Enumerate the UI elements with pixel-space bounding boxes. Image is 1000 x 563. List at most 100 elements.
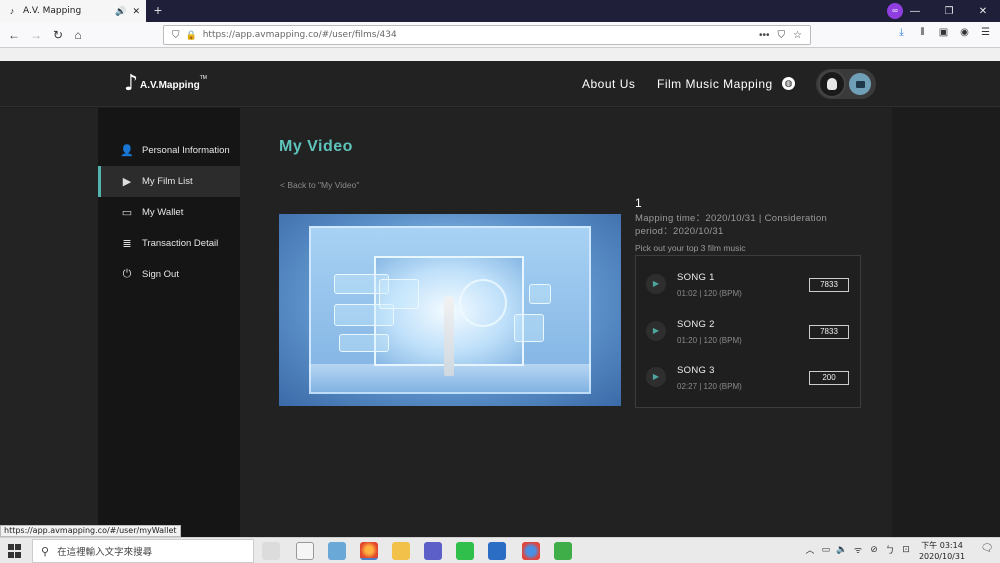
browser-tab[interactable]: ♪ A.V. Mapping 🔊 ✕: [0, 0, 146, 22]
nav-film-music-mapping[interactable]: Film Music Mapping: [657, 77, 773, 91]
person-icon: 👤: [120, 145, 134, 157]
sidebar-item-transaction-detail[interactable]: ≣ Transaction Detail: [98, 228, 240, 259]
back-arrow-icon[interactable]: ←: [6, 27, 22, 43]
notepad-icon[interactable]: [296, 542, 314, 560]
list-item: ▶ SONG 2 01:20 | 120 (BPM) 7833: [636, 312, 860, 358]
song-meta: 01:02 | 120 (BPM): [677, 289, 742, 298]
search-icon: ⚲: [41, 545, 50, 558]
address-bar[interactable]: ⛉ 🔒 https://app.avmapping.co/#/user/film…: [163, 25, 811, 45]
brand-logo[interactable]: ♪ A.V.Mapping TM: [124, 72, 207, 94]
mapping-info: Mapping time：2020/10/31 | Consideration …: [635, 213, 828, 237]
battery-icon[interactable]: ▭: [818, 544, 834, 555]
input-method-icon[interactable]: ㄅ: [882, 543, 898, 556]
volume-icon[interactable]: 🔈: [834, 544, 850, 555]
song-meta: 02:27 | 120 (BPM): [677, 382, 742, 391]
play-icon[interactable]: ▶: [646, 274, 666, 294]
vote-count-badge[interactable]: 7833: [809, 278, 849, 292]
teams-icon[interactable]: [424, 542, 442, 560]
minimize-icon[interactable]: —: [898, 6, 932, 17]
video-player[interactable]: [279, 214, 621, 406]
avatar[interactable]: [818, 70, 846, 98]
chrome-icon[interactable]: [522, 542, 540, 560]
app-icon[interactable]: [328, 542, 346, 560]
sidebar-item-label: Sign Out: [142, 269, 179, 280]
song-title: SONG 1: [677, 272, 715, 283]
camera-icon[interactable]: [849, 73, 871, 95]
globe-icon[interactable]: ◍: [782, 77, 795, 90]
list-icon: ≣: [122, 238, 132, 250]
close-icon[interactable]: ✕: [132, 6, 140, 17]
app-green-icon[interactable]: [554, 542, 572, 560]
song-meta: 01:20 | 120 (BPM): [677, 336, 742, 345]
firefox-icon[interactable]: [360, 542, 378, 560]
home-icon[interactable]: ⌂: [70, 27, 86, 43]
line-icon[interactable]: [456, 542, 474, 560]
lock-icon[interactable]: 🔒: [186, 30, 197, 41]
window-close-icon[interactable]: ✕: [966, 6, 1000, 17]
toolbar-icons: ⤓ ⫴ ▣ ◉ ☰: [891, 27, 996, 38]
hologram-panel: [339, 334, 389, 352]
mail-icon[interactable]: [488, 542, 506, 560]
sidebar-item-personal-information[interactable]: 👤 Personal Information: [98, 135, 240, 166]
back-link[interactable]: < Back to "My Video": [280, 180, 359, 190]
left-gutter: [0, 108, 98, 537]
taskbar: ⚲ 在這裡輸入文字來搜尋 ︿ ▭ 🔈 ᯤ ⊘ ㄅ ⊡ 下午 03:14 2020…: [0, 537, 1000, 563]
sidebar-item-sign-out[interactable]: ⏻ Sign Out: [98, 259, 240, 290]
notification-icon[interactable]: 🗨: [980, 543, 994, 557]
taskbar-search-input[interactable]: ⚲ 在這裡輸入文字來搜尋: [32, 539, 254, 563]
window-controls: — ❐ ✕: [898, 0, 1000, 22]
hologram-panel: [514, 314, 544, 342]
status-link-preview: https://app.avmapping.co/#/user/myWallet: [0, 525, 181, 537]
file-explorer-icon[interactable]: [392, 542, 410, 560]
speaker-icon[interactable]: 🔊: [115, 6, 126, 17]
sidebar-item-my-wallet[interactable]: ▭ My Wallet: [98, 197, 240, 228]
site-header: ♪ A.V.Mapping TM About Us Film Music Map…: [0, 61, 1000, 107]
network-icon[interactable]: ᯤ: [850, 543, 866, 556]
bookmark-star-icon[interactable]: ☆: [793, 30, 802, 41]
forward-arrow-icon[interactable]: →: [28, 27, 44, 43]
reload-icon[interactable]: ↻: [50, 27, 66, 43]
download-icon[interactable]: ⤓: [891, 27, 912, 38]
restore-icon[interactable]: ❐: [932, 6, 966, 17]
task-view-icon[interactable]: [262, 542, 280, 560]
play-icon[interactable]: ▶: [646, 321, 666, 341]
more-actions-icon[interactable]: •••: [759, 30, 770, 41]
user-toggle[interactable]: [816, 69, 876, 99]
new-tab-button[interactable]: +: [150, 2, 166, 20]
vote-count-badge[interactable]: 200: [809, 371, 849, 385]
play-icon[interactable]: ▶: [646, 367, 666, 387]
pocket-icon[interactable]: ⛉: [778, 30, 786, 41]
right-gutter: [892, 108, 1000, 537]
sidebar-item-label: My Wallet: [142, 207, 184, 218]
vote-count-badge[interactable]: 7833: [809, 325, 849, 339]
hologram-panel: [529, 284, 551, 304]
windows-start-icon[interactable]: [8, 544, 22, 558]
user-silhouette-icon: [827, 78, 837, 90]
av-mapping-favicon-icon: ♪: [9, 6, 15, 16]
list-item: ▶ SONG 1 01:02 | 120 (BPM) 7833: [636, 265, 860, 311]
browser-nav-bar: ← → ↻ ⌂ ⛉ 🔒 https://app.avmapping.co/#/u…: [0, 22, 1000, 48]
sidebar-item-my-film-list[interactable]: ▶ My Film List: [98, 166, 240, 197]
sidebar-item-label: Transaction Detail: [142, 238, 219, 249]
library-icon[interactable]: ⫴: [912, 27, 933, 38]
nav-about-us[interactable]: About Us: [582, 77, 635, 91]
shield-icon[interactable]: ⛉: [172, 30, 180, 41]
song-title: SONG 2: [677, 319, 715, 330]
list-item: ▶ SONG 3 02:27 | 120 (BPM) 200: [636, 358, 860, 404]
website: ♪ A.V.Mapping TM About Us Film Music Map…: [0, 61, 1000, 537]
taskbar-clock[interactable]: 下午 03:14 2020/10/31: [912, 540, 972, 562]
song-title: SONG 3: [677, 365, 715, 376]
film-number: 1: [635, 196, 642, 210]
sidebar-icon[interactable]: ▣: [933, 27, 954, 38]
menu-icon[interactable]: ☰: [975, 27, 996, 38]
sidebar: 👤 Personal Information ▶ My Film List ▭ …: [98, 108, 240, 537]
system-tray: ︿ ▭ 🔈 ᯤ ⊘ ㄅ ⊡: [802, 543, 914, 556]
chevron-up-icon[interactable]: ︿: [802, 543, 818, 556]
account-icon[interactable]: ◉: [954, 27, 975, 38]
pick-out-instruction: Pick out your top 3 film music: [635, 243, 746, 253]
sidebar-item-label: My Film List: [142, 176, 193, 187]
search-placeholder: 在這裡輸入文字來搜尋: [57, 547, 153, 558]
url-text[interactable]: https://app.avmapping.co/#/user/films/43…: [203, 30, 759, 40]
bluetooth-icon[interactable]: ⊘: [866, 544, 882, 555]
brand-name: A.V.Mapping: [140, 80, 200, 91]
